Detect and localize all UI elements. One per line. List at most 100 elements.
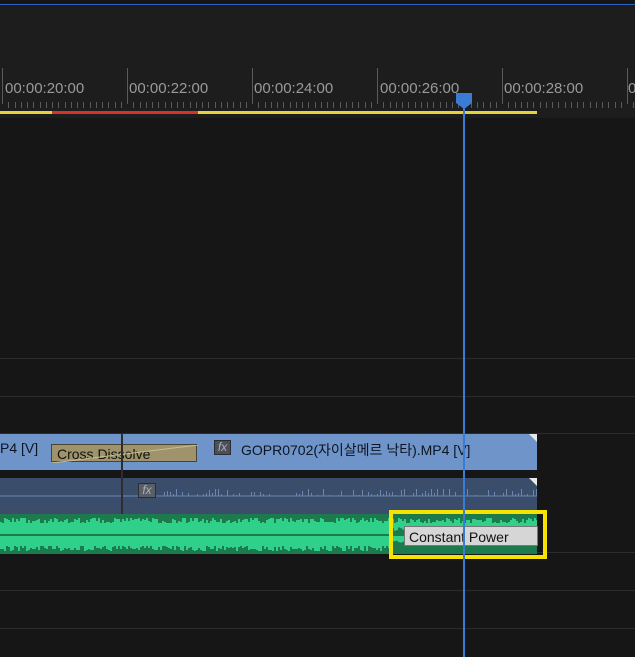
- waveform-bar: [92, 518, 94, 534]
- waveform-spike: [356, 495, 357, 496]
- waveform-bar: [142, 519, 144, 534]
- waveform-bar: [342, 518, 344, 534]
- waveform-bar: [278, 519, 280, 534]
- render-status-red-bar: [52, 111, 198, 114]
- timecode-label: 00:00:26:00: [380, 80, 460, 97]
- playhead-handle-icon[interactable]: [455, 93, 473, 109]
- waveform-bar: [198, 522, 200, 534]
- fx-badge-icon[interactable]: fx: [138, 483, 156, 498]
- waveform-bar: [328, 522, 330, 534]
- ruler-tick: [345, 102, 347, 108]
- fx-badge-icon[interactable]: fx: [214, 440, 231, 455]
- ruler-tick: [339, 102, 341, 108]
- waveform-bar: [272, 518, 274, 534]
- waveform-bar: [20, 536, 22, 546]
- ruler-tick: [245, 102, 247, 108]
- waveform-spike: [467, 489, 468, 496]
- ruler-tick: [52, 102, 53, 108]
- waveform-bar: [362, 536, 364, 551]
- waveform-bar: [226, 521, 228, 534]
- waveform-bar: [126, 536, 128, 549]
- cross-dissolve-transition[interactable]: Cross Dissolve: [51, 444, 198, 463]
- ruler-tick: [433, 102, 435, 108]
- ruler-tick: [139, 102, 141, 108]
- ruler-tick: [220, 102, 222, 108]
- audio-clip-upper[interactable]: [0, 478, 537, 514]
- waveform-bar: [276, 519, 278, 534]
- waveform-bar: [230, 536, 232, 547]
- waveform-bar: [318, 536, 320, 551]
- waveform-bar: [64, 520, 66, 534]
- waveform-bar: [114, 518, 116, 534]
- waveform-bar: [294, 522, 296, 534]
- waveform-bar: [186, 523, 188, 534]
- waveform-bar: [246, 519, 248, 534]
- waveform-bar: [378, 536, 380, 548]
- waveform-bar: [300, 519, 302, 534]
- ruler-tick: [158, 102, 160, 108]
- ruler-tick: [408, 102, 410, 108]
- waveform-bar: [386, 521, 388, 534]
- waveform-bar: [324, 536, 326, 546]
- waveform-bar: [44, 536, 46, 548]
- waveform-bar: [204, 523, 206, 534]
- waveform-bar: [202, 536, 204, 551]
- waveform-bar: [154, 519, 156, 534]
- waveform-bar: [286, 519, 288, 534]
- waveform-bar: [140, 536, 142, 547]
- waveform-spike: [197, 494, 198, 496]
- waveform-spike: [512, 491, 513, 496]
- waveform-spike: [260, 492, 261, 496]
- waveform-bar: [252, 536, 254, 549]
- waveform-bar: [86, 536, 88, 550]
- waveform-bar: [308, 523, 310, 534]
- waveform-bar: [90, 536, 92, 550]
- waveform-bar: [346, 519, 348, 534]
- waveform-bar: [364, 536, 366, 546]
- waveform-bar: [44, 520, 46, 534]
- waveform-bar: [148, 536, 150, 548]
- waveform-bar: [254, 518, 256, 534]
- waveform-bar: [86, 520, 88, 534]
- playhead-line[interactable]: [463, 100, 465, 657]
- time-ruler[interactable]: 00:00:20:00 00:00:22:00 00:00:24:00 00:0…: [0, 6, 635, 118]
- waveform-bar: [92, 536, 94, 550]
- timeline-tracks-area[interactable]: [0, 118, 635, 657]
- waveform-bar: [66, 536, 68, 549]
- ruler-tick: [477, 102, 478, 108]
- waveform-bar: [350, 522, 352, 534]
- waveform-spike: [206, 493, 207, 496]
- waveform-spike: [395, 495, 396, 496]
- ruler-tick: [164, 102, 166, 108]
- waveform-spike: [311, 493, 312, 496]
- waveform-bar: [176, 523, 178, 534]
- waveform-bar: [180, 536, 182, 550]
- waveform-bar: [242, 520, 244, 534]
- waveform-bar: [160, 523, 162, 534]
- waveform-bar: [302, 522, 304, 534]
- waveform-bar: [256, 536, 258, 550]
- waveform-bar: [30, 523, 32, 534]
- waveform-bar: [286, 536, 288, 550]
- edit-point-divider[interactable]: [121, 434, 123, 514]
- ruler-tick: [352, 102, 353, 108]
- waveform-spike: [308, 489, 309, 496]
- waveform-bar: [40, 523, 42, 534]
- waveform-bar: [166, 523, 168, 534]
- waveform-bar: [32, 521, 34, 534]
- waveform-bar: [182, 518, 184, 534]
- waveform-bar: [376, 536, 378, 550]
- waveform-bar: [184, 518, 186, 534]
- ruler-tick: [508, 102, 510, 108]
- ruler-tick: [570, 102, 572, 108]
- waveform-bar: [6, 519, 8, 534]
- waveform-bar: [10, 522, 12, 534]
- waveform-bar: [46, 536, 48, 549]
- waveform-bar: [342, 536, 344, 551]
- waveform-bar: [30, 536, 32, 548]
- waveform-bar: [236, 536, 238, 551]
- ruler-tick: [364, 102, 366, 108]
- waveform-bar: [148, 521, 150, 534]
- ruler-tick: [33, 102, 35, 108]
- ruler-tick: [595, 102, 597, 108]
